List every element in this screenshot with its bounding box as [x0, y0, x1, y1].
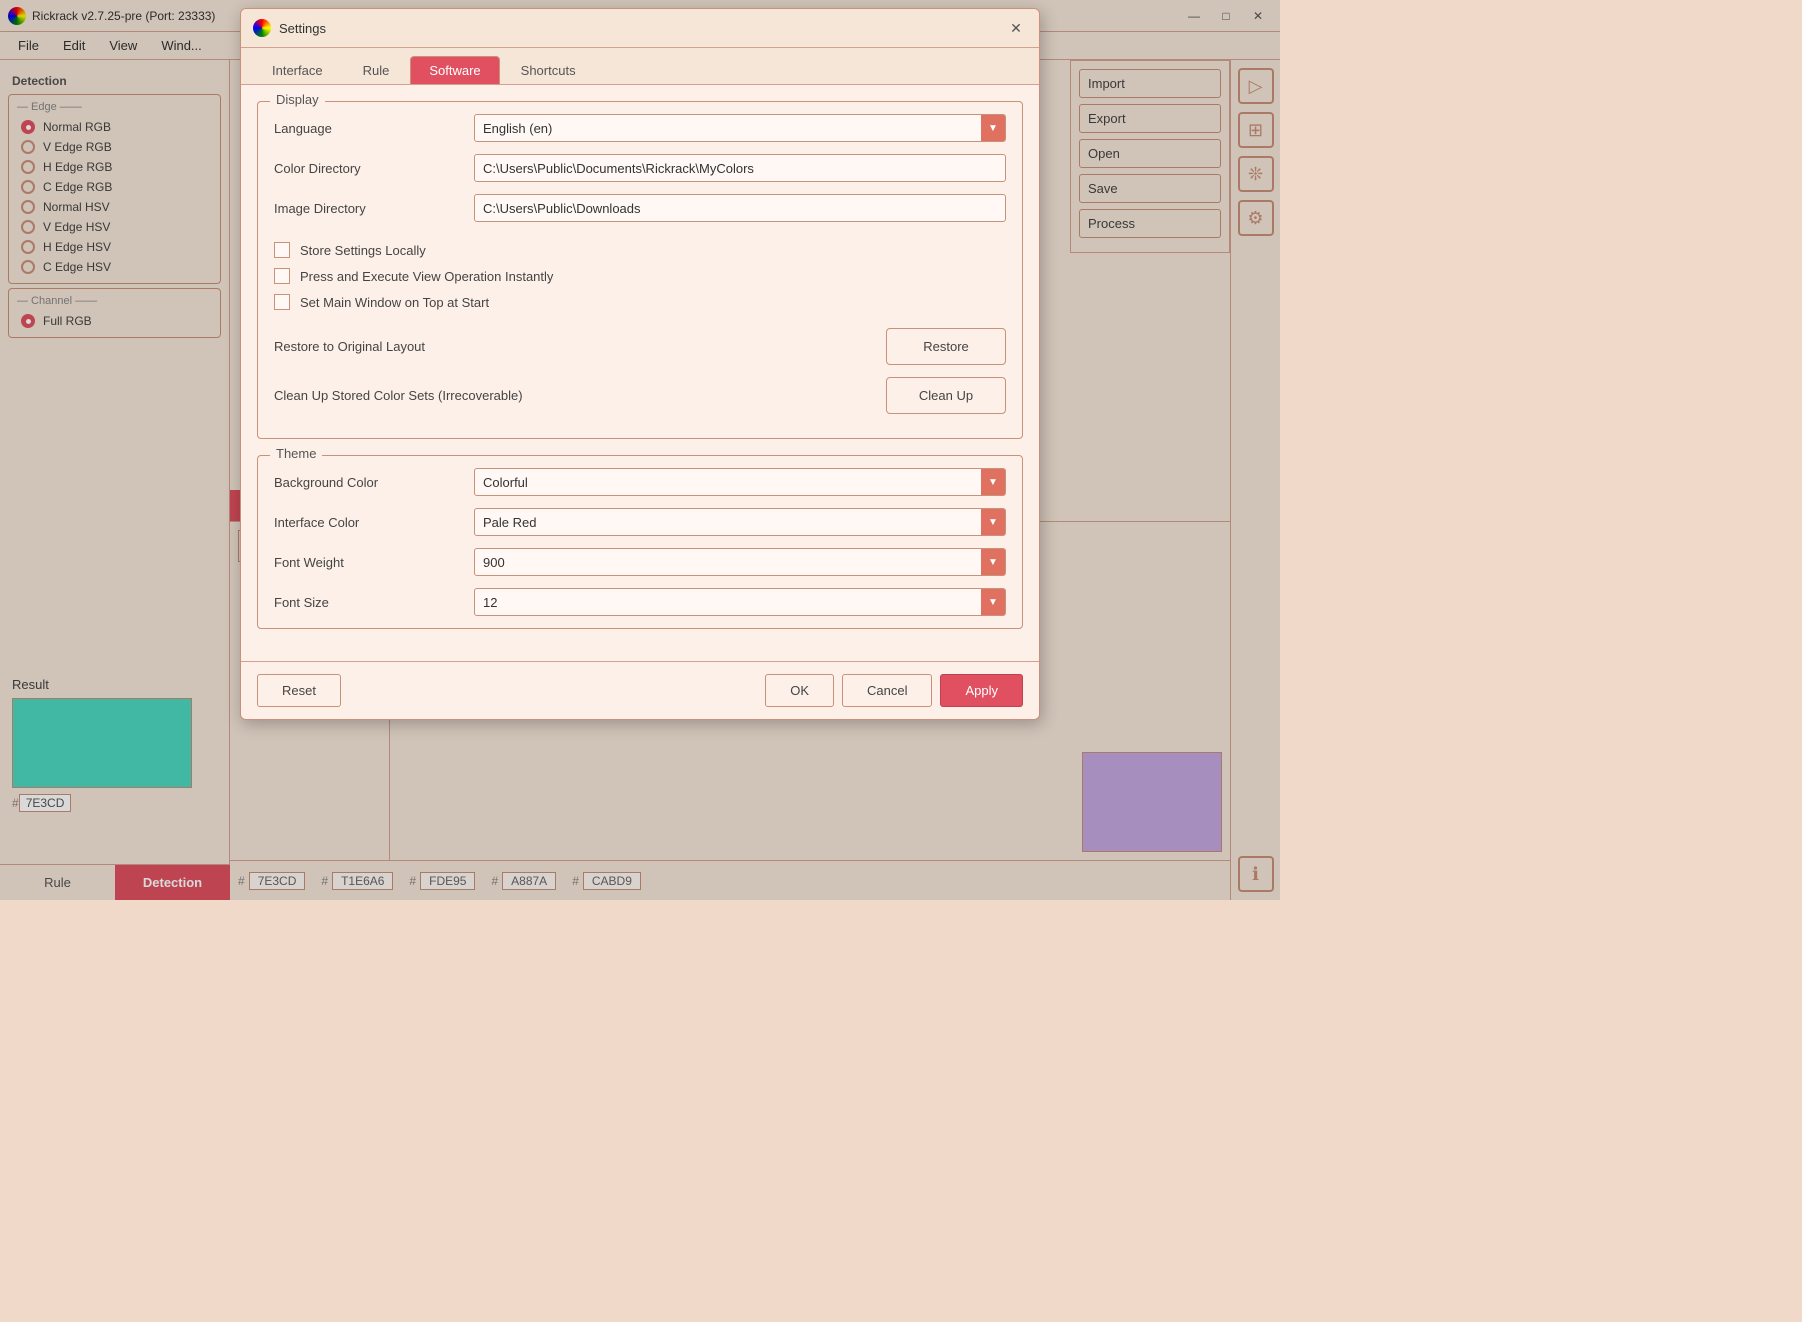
tab-software-label: Software — [429, 63, 480, 78]
language-label: Language — [274, 121, 474, 136]
checkbox-main-window-top[interactable]: Set Main Window on Top at Start — [274, 294, 1006, 310]
bg-color-label: Background Color — [274, 475, 474, 490]
interface-color-input[interactable]: Pale Red ▼ — [474, 508, 1006, 536]
checkbox-press-execute-box[interactable] — [274, 268, 290, 284]
checkbox-store-settings-box[interactable] — [274, 242, 290, 258]
image-dir-label: Image Directory — [274, 201, 474, 216]
dialog-content: Display Language English (en) ▼ Color Di… — [241, 85, 1039, 661]
font-weight-dropdown-arrow[interactable]: ▼ — [981, 548, 1005, 576]
restore-label: Restore to Original Layout — [274, 339, 425, 354]
font-size-label: Font Size — [274, 595, 474, 610]
font-weight-label: Font Weight — [274, 555, 474, 570]
font-weight-input[interactable]: 900 ▼ — [474, 548, 1006, 576]
tab-interface[interactable]: Interface — [253, 56, 342, 84]
theme-section: Theme Background Color Colorful ▼ Interf… — [257, 455, 1023, 629]
ok-button[interactable]: OK — [765, 674, 834, 707]
restore-row: Restore to Original Layout Restore — [274, 328, 1006, 365]
checkbox-store-settings-label: Store Settings Locally — [300, 243, 426, 258]
dialog-icon — [253, 19, 271, 37]
tab-shortcuts[interactable]: Shortcuts — [502, 56, 595, 84]
font-weight-row: Font Weight 900 ▼ — [274, 548, 1006, 576]
reset-button[interactable]: Reset — [257, 674, 341, 707]
interface-color-value: Pale Red — [475, 515, 981, 530]
cancel-button[interactable]: Cancel — [842, 674, 932, 707]
dialog-overlay: Settings ✕ Interface Rule Software Short… — [0, 0, 1280, 900]
cleanup-row: Clean Up Stored Color Sets (Irrecoverabl… — [274, 377, 1006, 414]
cleanup-label: Clean Up Stored Color Sets (Irrecoverabl… — [274, 388, 523, 403]
checkbox-press-execute[interactable]: Press and Execute View Operation Instant… — [274, 268, 1006, 284]
image-dir-row: Image Directory C:\Users\Public\Download… — [274, 194, 1006, 222]
image-dir-input[interactable]: C:\Users\Public\Downloads — [474, 194, 1006, 222]
font-size-dropdown-arrow[interactable]: ▼ — [981, 588, 1005, 616]
dialog-title: Settings — [279, 21, 1005, 36]
theme-section-title: Theme — [270, 446, 322, 461]
interface-color-dropdown-arrow[interactable]: ▼ — [981, 508, 1005, 536]
bg-color-row: Background Color Colorful ▼ — [274, 468, 1006, 496]
color-dir-value: C:\Users\Public\Documents\Rickrack\MyCol… — [475, 161, 1005, 176]
dialog-title-bar: Settings ✕ — [241, 9, 1039, 48]
language-row: Language English (en) ▼ — [274, 114, 1006, 142]
settings-dialog: Settings ✕ Interface Rule Software Short… — [240, 8, 1040, 720]
tab-software[interactable]: Software — [410, 56, 499, 84]
cleanup-button[interactable]: Clean Up — [886, 377, 1006, 414]
font-weight-value: 900 — [475, 555, 981, 570]
dialog-tab-strip: Interface Rule Software Shortcuts — [241, 48, 1039, 85]
dialog-close-button[interactable]: ✕ — [1005, 17, 1027, 39]
checkbox-main-window-top-box[interactable] — [274, 294, 290, 310]
tab-interface-label: Interface — [272, 63, 323, 78]
display-section: Display Language English (en) ▼ Color Di… — [257, 101, 1023, 439]
tab-rule[interactable]: Rule — [344, 56, 409, 84]
dialog-footer: Reset OK Cancel Apply — [241, 661, 1039, 719]
interface-color-label: Interface Color — [274, 515, 474, 530]
color-dir-input[interactable]: C:\Users\Public\Documents\Rickrack\MyCol… — [474, 154, 1006, 182]
tab-rule-label: Rule — [363, 63, 390, 78]
interface-color-row: Interface Color Pale Red ▼ — [274, 508, 1006, 536]
color-dir-label: Color Directory — [274, 161, 474, 176]
checkbox-press-execute-label: Press and Execute View Operation Instant… — [300, 269, 553, 284]
language-value: English (en) — [475, 121, 981, 136]
display-section-title: Display — [270, 92, 325, 107]
bg-color-dropdown-arrow[interactable]: ▼ — [981, 468, 1005, 496]
restore-button[interactable]: Restore — [886, 328, 1006, 365]
tab-shortcuts-label: Shortcuts — [521, 63, 576, 78]
bg-color-value: Colorful — [475, 475, 981, 490]
apply-button[interactable]: Apply — [940, 674, 1023, 707]
checkbox-main-window-top-label: Set Main Window on Top at Start — [300, 295, 489, 310]
font-size-input[interactable]: 12 ▼ — [474, 588, 1006, 616]
bg-color-input[interactable]: Colorful ▼ — [474, 468, 1006, 496]
checkbox-store-settings[interactable]: Store Settings Locally — [274, 242, 1006, 258]
app-background: Rickrack v2.7.25-pre (Port: 23333) — □ ✕… — [0, 0, 1280, 900]
font-size-row: Font Size 12 ▼ — [274, 588, 1006, 616]
font-size-value: 12 — [475, 595, 981, 610]
language-input[interactable]: English (en) ▼ — [474, 114, 1006, 142]
image-dir-value: C:\Users\Public\Downloads — [475, 201, 1005, 216]
language-dropdown-arrow[interactable]: ▼ — [981, 114, 1005, 142]
color-dir-row: Color Directory C:\Users\Public\Document… — [274, 154, 1006, 182]
